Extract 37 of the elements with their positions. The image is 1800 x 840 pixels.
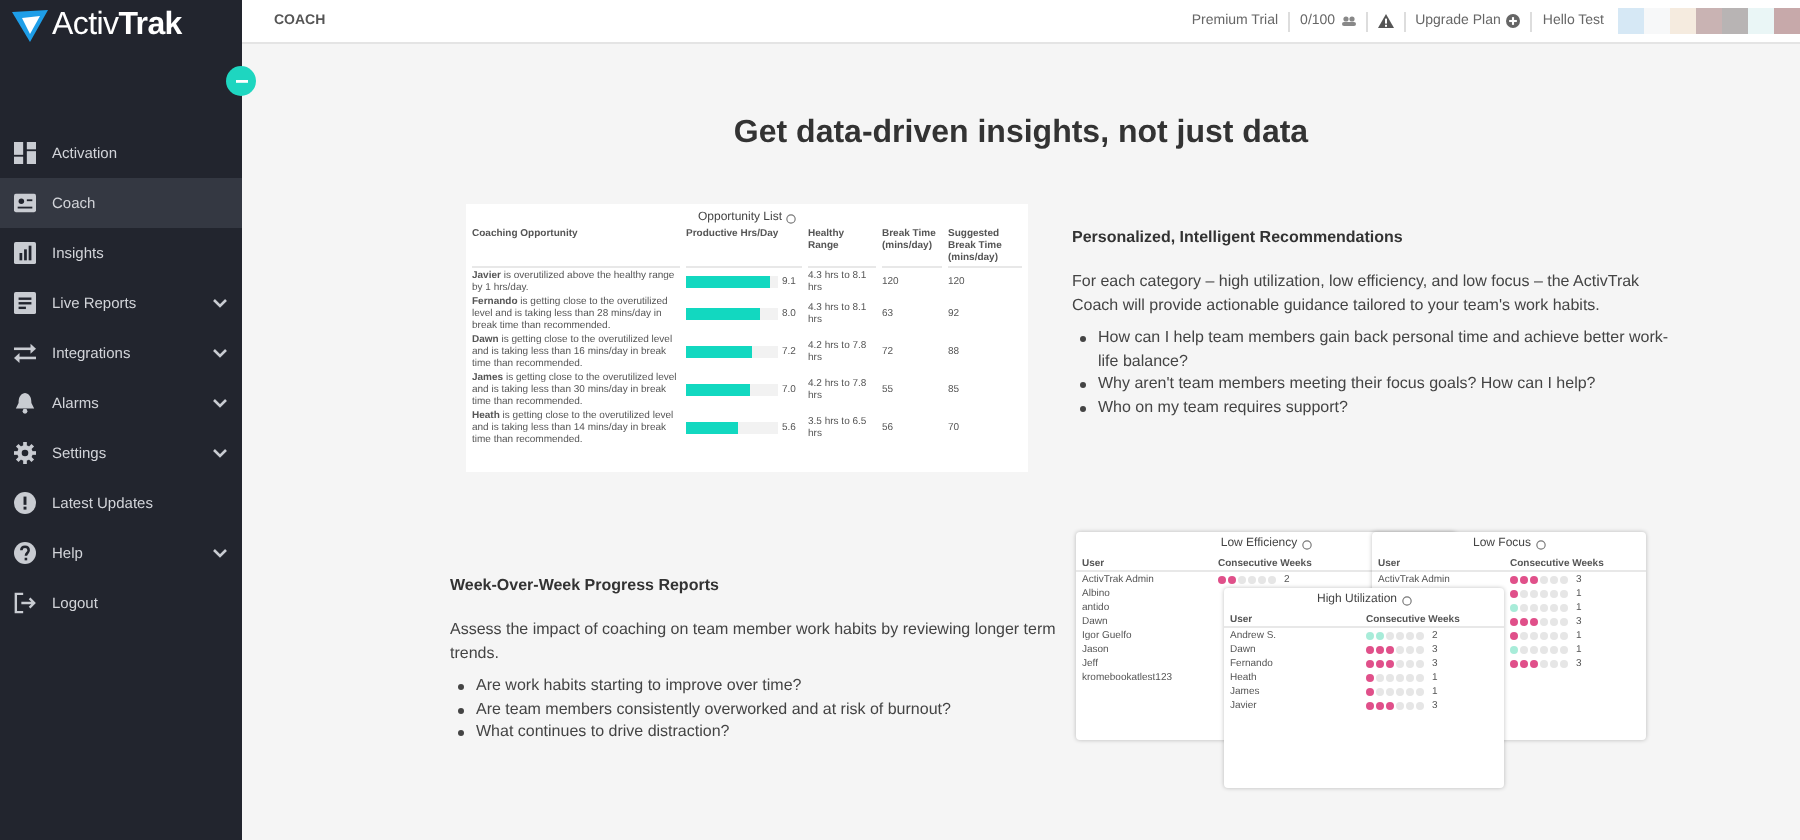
bullet-icon [458,730,464,737]
bullet-text: Are team members consistently overworked and at risk of burnout? [476,697,951,721]
card-icon [14,192,36,214]
logout-icon [14,592,36,614]
bell-icon [14,392,36,414]
bullet-text: What continues to drive distraction? [476,720,730,744]
info-icon [1301,539,1312,549]
bullet-text: Why aren't team members meeting their focus goals? How can I help? [1098,372,1596,396]
headline: Get data-driven insights, not just data [731,116,1311,152]
info-icon [1401,595,1412,605]
people-icon [1341,16,1356,26]
bullet-icon [1080,405,1086,412]
bullet-icon [1080,336,1086,343]
logo-text: ActivTrak [52,8,182,44]
info-icon [1535,539,1545,549]
grid-icon [14,142,36,164]
minus-icon [235,79,247,83]
section-text: Assess the impact of coaching on team member work habits by reviewing longer term trends. [450,618,1058,665]
bullet-text: Who on my team requires support? [1098,395,1348,420]
chart-icon [14,242,36,264]
logo-icon [12,10,48,42]
bullet-icon [1080,382,1086,389]
bullet-icon [458,707,464,714]
gear-icon [14,442,36,464]
section-title: Week-Over-Week Progress Reports [450,576,721,594]
warning-icon[interactable] [1377,14,1394,28]
info-icon [786,213,797,223]
alert-icon [14,492,36,514]
section-title: Personalized, Intelligent Recommendations [1072,228,1405,246]
plus-circle-icon[interactable] [1506,14,1521,28]
section-text: For each category – high utilization, low efficiency, and low focus – the ActivTrak Coach will provide actionable guidance tailored to your team's work habits. [1072,270,1642,317]
help-icon [14,542,36,564]
doc-icon [14,292,36,314]
arrows-icon [14,342,36,364]
bullet-text: How can I help team members gain back personal time and achieve better work-life balance? [1098,326,1671,373]
bullet-icon [458,684,464,691]
bullet-text: Are work habits starting to improve over time? [476,674,802,698]
